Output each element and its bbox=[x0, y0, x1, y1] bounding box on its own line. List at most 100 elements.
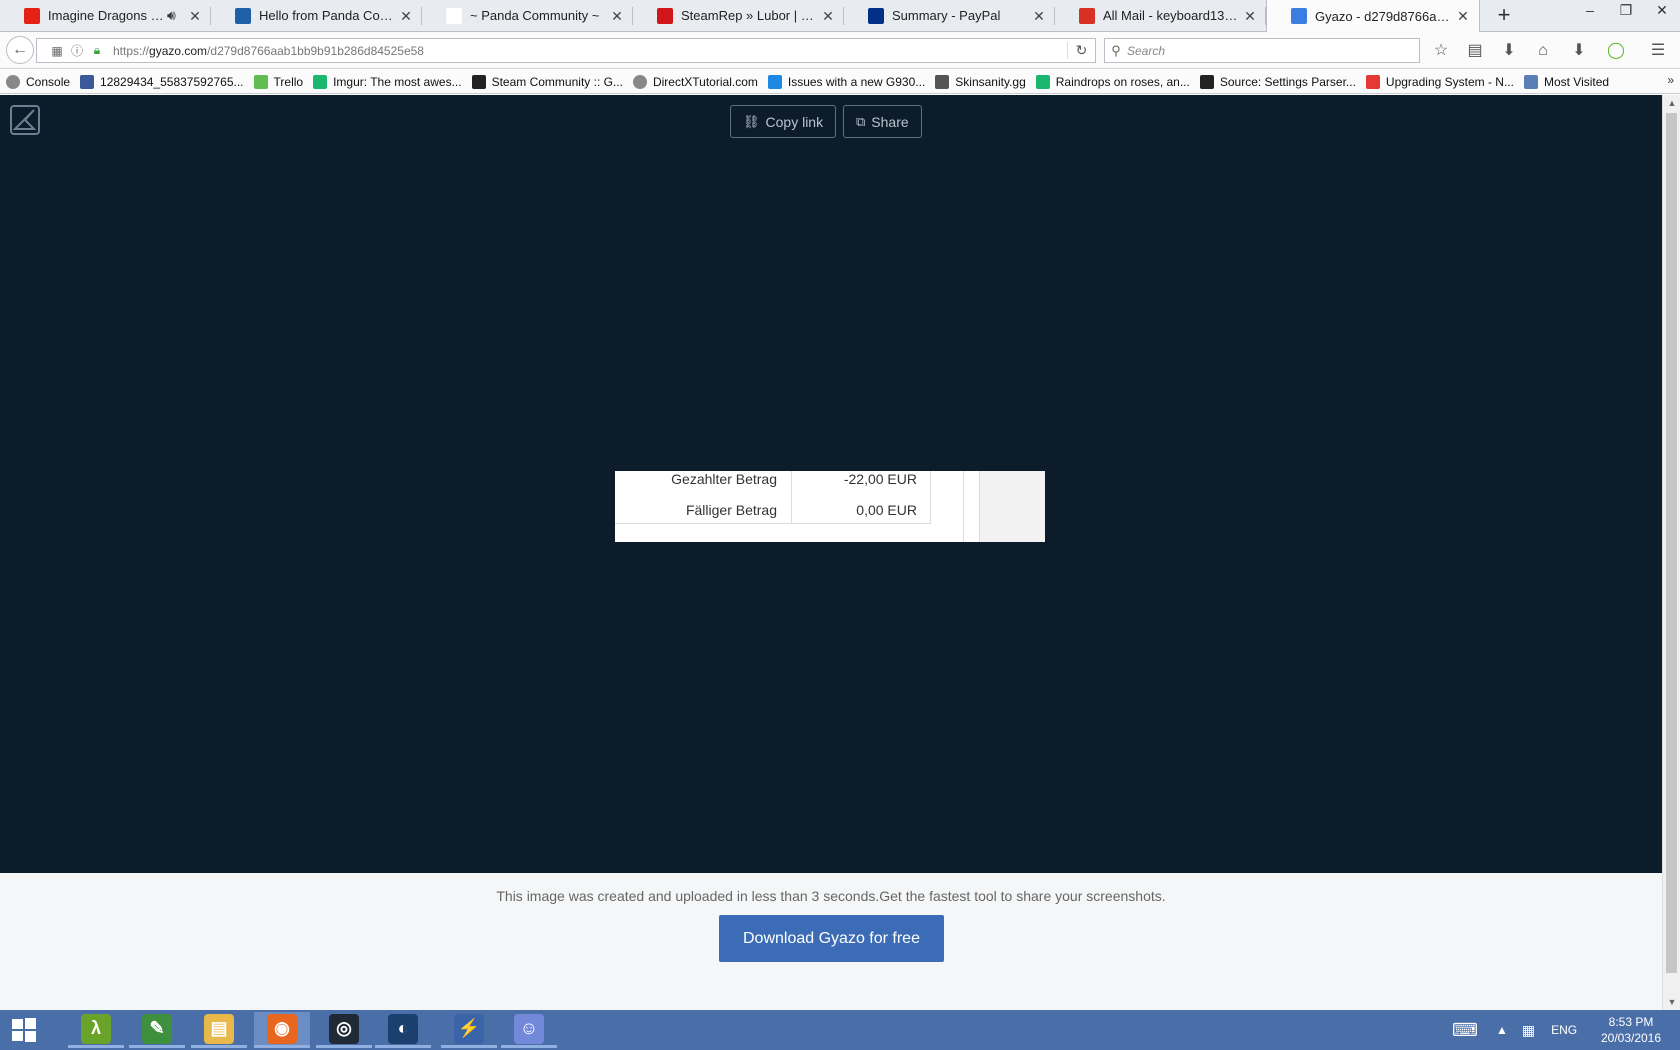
copy-link-button[interactable]: ⛓ Copy link bbox=[730, 105, 837, 138]
gyazo-logo-icon[interactable] bbox=[10, 105, 40, 135]
page-content: ⛓ Copy link ⧉ Share Gezahlter Betrag -22… bbox=[0, 95, 1662, 1010]
action-center-icon[interactable]: ▦ bbox=[1522, 1022, 1535, 1039]
tab-panda-community[interactable]: Hello from Panda Comm... ✕ bbox=[211, 0, 422, 31]
bookmark-label: 12829434_55837592765... bbox=[100, 74, 244, 89]
taskbar-app[interactable]: ◉ bbox=[254, 1012, 310, 1048]
taskbar-app[interactable]: ▤ bbox=[191, 1012, 247, 1048]
bookmark-label: Skinsanity.gg bbox=[955, 74, 1026, 89]
facebook-icon bbox=[80, 74, 95, 89]
page-list-icon[interactable]: ▦ bbox=[47, 44, 67, 58]
search-placeholder: Search bbox=[1127, 43, 1166, 58]
grey-side-panel bbox=[979, 471, 1045, 542]
language-indicator[interactable]: ENG bbox=[1551, 1023, 1577, 1037]
scroll-up-icon[interactable]: ▲ bbox=[1663, 95, 1680, 111]
extension-icon[interactable]: ◯ bbox=[1603, 38, 1629, 64]
close-tab-icon[interactable]: ✕ bbox=[187, 8, 203, 24]
close-tab-icon[interactable]: ✕ bbox=[1455, 8, 1471, 24]
bookmark-item[interactable]: Most Visited bbox=[1523, 74, 1609, 89]
bookmark-item[interactable]: Source: Settings Parser... bbox=[1199, 74, 1356, 89]
pocket-icon[interactable]: ⬇ bbox=[1566, 38, 1592, 64]
tab-steamrep[interactable]: SteamRep » Lubor | 76561...✕ bbox=[633, 0, 844, 31]
bookmark-item[interactable]: DirectXTutorial.com bbox=[632, 74, 758, 89]
scroll-thumb[interactable] bbox=[1666, 113, 1677, 973]
clock-time: 8:53 PM bbox=[1608, 1015, 1654, 1029]
touch-keyboard-icon[interactable]: ⌨ bbox=[1452, 1020, 1478, 1041]
taskbar-app[interactable]: ☺ bbox=[501, 1012, 557, 1048]
bookmark-label: Trello bbox=[273, 74, 304, 89]
back-arrow-icon: ← bbox=[12, 41, 28, 58]
bookmark-item[interactable]: Imgur: The most awes... bbox=[313, 74, 462, 89]
promo-text: This image was created and uploaded in l… bbox=[496, 888, 1166, 904]
taskbar-app[interactable]: ✎ bbox=[129, 1012, 185, 1048]
minimize-window-icon[interactable]: – bbox=[1572, 0, 1608, 22]
url-text[interactable]: https://gyazo.com/d279d8766aab1bb9b91b28… bbox=[107, 44, 1067, 58]
bookmark-item[interactable]: Skinsanity.gg bbox=[935, 74, 1026, 89]
taskbar-app[interactable]: ◎ bbox=[316, 1012, 372, 1048]
steam-icon bbox=[471, 74, 486, 89]
page-scrollbar[interactable]: ▲ ▼ bbox=[1662, 95, 1680, 1010]
menu-icon[interactable]: ☰ bbox=[1645, 38, 1671, 64]
restore-window-icon[interactable]: ❐ bbox=[1608, 0, 1644, 22]
amount-label: Gezahlter Betrag bbox=[671, 471, 777, 487]
back-button[interactable]: ← bbox=[6, 36, 34, 64]
home-icon[interactable]: ⌂ bbox=[1530, 38, 1556, 64]
speaker-icon[interactable]: 🔊︎ bbox=[167, 7, 183, 24]
url-bar[interactable]: ▦ ⓘ 🔒︎ https://gyazo.com/d279d8766aab1bb… bbox=[36, 38, 1096, 63]
bookmark-item[interactable]: 12829434_55837592765... bbox=[80, 74, 244, 89]
scroll-down-icon[interactable]: ▼ bbox=[1663, 994, 1680, 1010]
firefox-icon: ◉ bbox=[267, 1013, 297, 1044]
trello-icon bbox=[253, 74, 268, 89]
bookmark-item[interactable]: Console bbox=[6, 74, 71, 89]
close-tab-icon[interactable]: ✕ bbox=[820, 8, 836, 24]
tab-panda-face[interactable]: ~ Panda Community ~ ✕ bbox=[422, 0, 633, 31]
reload-icon[interactable]: ↻ bbox=[1067, 42, 1095, 59]
bookmark-label: Upgrading System - N... bbox=[1385, 74, 1514, 89]
bookmark-label: Console bbox=[26, 74, 71, 89]
search-bar[interactable]: ⚲ Search bbox=[1104, 38, 1420, 63]
bookmarks-overflow-icon[interactable]: » bbox=[1667, 73, 1674, 87]
amount-label: Fälliger Betrag bbox=[685, 502, 777, 518]
uploaded-screenshot[interactable]: Gezahlter Betrag -22,00 EUR Fälliger Bet… bbox=[615, 471, 1045, 542]
close-tab-icon[interactable]: ✕ bbox=[609, 8, 625, 24]
share-button[interactable]: ⧉ Share bbox=[843, 105, 922, 138]
close-tab-icon[interactable]: ✕ bbox=[1031, 8, 1047, 24]
tab-paypal[interactable]: Summary - PayPal ✕ bbox=[844, 0, 1055, 31]
start-button[interactable] bbox=[0, 1010, 48, 1050]
steamrep-icon bbox=[657, 7, 673, 24]
image-viewer: ⛓ Copy link ⧉ Share Gezahlter Betrag -22… bbox=[0, 95, 1662, 873]
clock[interactable]: 8:53 PM 20/03/2016 bbox=[1596, 1014, 1666, 1046]
globe-icon bbox=[6, 74, 20, 89]
close-tab-icon[interactable]: ✕ bbox=[398, 8, 414, 24]
tab-gyazo[interactable]: Gyazo - d279d8766aab1bb...✕ bbox=[1266, 0, 1480, 32]
download-gyazo-button[interactable]: Download Gyazo for free bbox=[719, 915, 944, 962]
taskbar-app[interactable]: ◐ bbox=[375, 1012, 431, 1048]
new-tab-button[interactable]: + bbox=[1492, 4, 1516, 28]
tab-title: Hello from Panda Comm... bbox=[259, 8, 398, 23]
bookmark-item[interactable]: Upgrading System - N... bbox=[1365, 74, 1514, 89]
windows-taskbar: ⌨ ▲ ▦ ENG 8:53 PM 20/03/2016 λ ✎ ▤ ◉ ◎ ◐ ⚡ ☺ bbox=[0, 1010, 1680, 1050]
target-app-icon: ◎ bbox=[329, 1013, 359, 1044]
taskbar-app[interactable]: λ bbox=[68, 1012, 124, 1048]
clock-date: 20/03/2016 bbox=[1600, 1031, 1662, 1045]
tab-gmail[interactable]: All Mail - keyboard1333@...✕ bbox=[1055, 0, 1266, 31]
download-icon[interactable]: ⬇ bbox=[1496, 38, 1522, 64]
lock-icon: 🔒︎ bbox=[93, 43, 101, 57]
external-share-icon: ⧉ bbox=[856, 113, 866, 129]
bookmark-item[interactable]: Steam Community :: G... bbox=[471, 74, 623, 89]
tab-title: All Mail - keyboard1333@... bbox=[1103, 8, 1242, 23]
close-tab-icon[interactable]: ✕ bbox=[1242, 8, 1258, 24]
bookmark-item[interactable]: Raindrops on roses, an... bbox=[1035, 74, 1190, 89]
tray-overflow-icon[interactable]: ▲ bbox=[1496, 1023, 1508, 1037]
close-window-icon[interactable]: ✕ bbox=[1644, 0, 1680, 22]
reading-list-icon[interactable]: ▤ bbox=[1462, 38, 1488, 64]
taskbar-app[interactable]: ⚡ bbox=[441, 1012, 497, 1048]
bookmark-item[interactable]: Issues with a new G930... bbox=[767, 74, 925, 89]
site-info-icon[interactable]: ⓘ bbox=[67, 42, 87, 59]
folder-icon bbox=[1523, 74, 1538, 89]
tab-youtube[interactable]: Imagine Dragons - Ra...🔊︎✕ bbox=[0, 0, 211, 31]
link-icon: ⛓ bbox=[743, 113, 760, 129]
youtube-icon bbox=[24, 7, 40, 24]
bookmark-star-icon[interactable]: ☆ bbox=[1428, 38, 1454, 64]
amount-value: 0,00 EUR bbox=[791, 492, 931, 523]
bookmark-item[interactable]: Trello bbox=[253, 74, 304, 89]
